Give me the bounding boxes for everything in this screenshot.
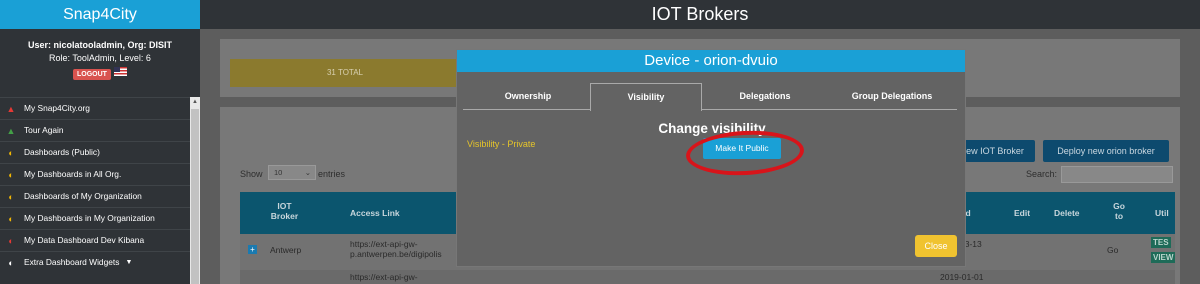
scroll-up-icon[interactable]: ▲ bbox=[192, 99, 198, 105]
column-util: Util bbox=[1155, 208, 1169, 218]
sidebar-item-kibana[interactable]: ◐ My Data Dashboard Dev Kibana bbox=[0, 229, 190, 251]
make-public-button[interactable]: Make It Public bbox=[703, 138, 781, 159]
visibility-status: Visibility - Private bbox=[467, 139, 536, 149]
table-row[interactable]: https://ext-api-gw- 2019-01-01 bbox=[240, 270, 1175, 284]
broker-name: Antwerp bbox=[270, 245, 302, 255]
dashboard-icon: ◐ bbox=[8, 147, 14, 158]
sidebar-item-dashboards-my-org[interactable]: ◐ Dashboards of My Organization bbox=[0, 185, 190, 207]
role-line: Role: ToolAdmin, Level: 6 bbox=[49, 53, 151, 63]
search-label: Search: bbox=[1026, 169, 1058, 179]
new-iot-broker-button[interactable]: ew IOT Broker bbox=[955, 140, 1035, 162]
tab-ownership[interactable]: Ownership bbox=[463, 83, 593, 110]
sidebar-item-dashboards-public[interactable]: ◐ Dashboards (Public) bbox=[0, 141, 190, 163]
sidebar-item-label: Tour Again bbox=[24, 125, 64, 135]
logout-button[interactable]: LOGOUT bbox=[73, 69, 111, 80]
sidebar-item-my-dashboards-my-org[interactable]: ◐ My Dashboards in My Organization bbox=[0, 207, 190, 229]
column-go-label: Go bbox=[1113, 201, 1125, 211]
test-button[interactable]: TES bbox=[1151, 237, 1171, 248]
access-link-line: https://ext-api-gw- bbox=[350, 239, 418, 249]
tab-group-delegations[interactable]: Group Delegations bbox=[827, 83, 957, 110]
alert-icon: ▲ bbox=[6, 103, 16, 114]
column-iot-label: IOT bbox=[277, 201, 292, 211]
sidebar-item-label: Dashboards of My Organization bbox=[24, 191, 142, 201]
close-button[interactable]: Close bbox=[915, 235, 957, 257]
chevron-down-icon: ⌄ bbox=[304, 168, 311, 177]
column-goto[interactable]: Go to bbox=[1108, 201, 1130, 221]
tab-visibility[interactable]: Visibility bbox=[590, 83, 702, 111]
sidebar-item-label: My Dashboards in My Organization bbox=[24, 213, 155, 223]
sidebar-item-label: My Snap4City.org bbox=[24, 103, 90, 113]
deploy-orion-button[interactable]: Deploy new orion broker bbox=[1043, 140, 1169, 162]
dashboard-icon: ◐ bbox=[8, 235, 14, 246]
tab-delegations[interactable]: Delegations bbox=[709, 83, 821, 110]
sidebar-item-my-dashboards-all-org[interactable]: ◐ My Dashboards in All Org. bbox=[0, 163, 190, 185]
sidebar-item-label: My Data Dashboard Dev Kibana bbox=[24, 235, 145, 245]
user-info: User: nicolatooladmin, Org: DISIT Role: … bbox=[0, 29, 200, 95]
column-access-link[interactable]: Access Link bbox=[350, 208, 400, 218]
dashboard-icon: ◐ bbox=[8, 169, 14, 180]
sidebar: Snap4City User: nicolatooladmin, Org: DI… bbox=[0, 0, 200, 284]
sidebar-item-label: Extra Dashboard Widgets bbox=[24, 257, 120, 267]
expand-icon[interactable]: + bbox=[248, 245, 257, 254]
caret-down-icon: ▼ bbox=[125, 259, 133, 266]
modal-tabs: Ownership Visibility Delegations Group D… bbox=[463, 83, 957, 111]
sidebar-scrollbar[interactable]: ▲ bbox=[190, 97, 200, 284]
column-edit: Edit bbox=[1014, 208, 1031, 218]
show-label: Show bbox=[240, 169, 263, 179]
brand-title[interactable]: Snap4City bbox=[0, 0, 200, 29]
sidebar-item-tour-again[interactable]: ▲ Tour Again bbox=[0, 119, 190, 141]
user-line: User: nicolatooladmin, Org: DISIT bbox=[27, 40, 172, 50]
device-modal: Device - orion-dvuio Ownership Visibilit… bbox=[456, 49, 966, 267]
view-button[interactable]: VIEW bbox=[1151, 252, 1176, 263]
column-delete: Delete bbox=[1054, 208, 1080, 218]
entries-label: entries bbox=[318, 169, 346, 179]
access-link-line: p.antwerpen.be/digipolis bbox=[350, 249, 442, 259]
column-iot-broker[interactable]: IOT Broker bbox=[262, 201, 307, 221]
sidebar-item-extra-widgets[interactable]: ◐ Extra Dashboard Widgets ▼ bbox=[0, 251, 190, 273]
bell-icon: ▲ bbox=[6, 125, 16, 136]
sidebar-item-label: Dashboards (Public) bbox=[24, 147, 100, 157]
access-link: https://ext-api-gw- bbox=[350, 272, 418, 282]
change-visibility-heading: Change visibility bbox=[658, 121, 766, 136]
entries-select-value: 10 bbox=[274, 168, 283, 177]
column-broker-label: Broker bbox=[270, 211, 299, 221]
goto-link[interactable]: Go bbox=[1107, 245, 1118, 255]
sidebar-item-my-snap4city[interactable]: ▲ My Snap4City.org bbox=[0, 97, 190, 119]
entries-select[interactable]: 10 ⌄ bbox=[268, 165, 316, 180]
dashboard-icon: ◐ bbox=[8, 213, 14, 224]
modal-title: Device - orion-dvuio bbox=[457, 50, 965, 72]
created-date: 2019-01-01 bbox=[940, 272, 984, 282]
scrollbar-thumb[interactable] bbox=[191, 109, 199, 284]
page-title: IOT Brokers bbox=[200, 0, 1200, 29]
total-count-badge: 31 TOTAL bbox=[230, 59, 460, 87]
sidebar-item-label: My Dashboards in All Org. bbox=[24, 169, 122, 179]
sidebar-menu: ▲ My Snap4City.org ▲ Tour Again ◐ Dashboard… bbox=[0, 97, 190, 273]
dashboard-icon: ◐ bbox=[8, 257, 14, 268]
access-link: https://ext-api-gw-p.antwerpen.be/digipo… bbox=[350, 239, 442, 259]
column-to-label: to bbox=[1114, 211, 1124, 221]
flag-us-icon[interactable] bbox=[113, 67, 127, 76]
search-input[interactable] bbox=[1061, 166, 1173, 183]
dashboard-icon: ◐ bbox=[8, 191, 14, 202]
